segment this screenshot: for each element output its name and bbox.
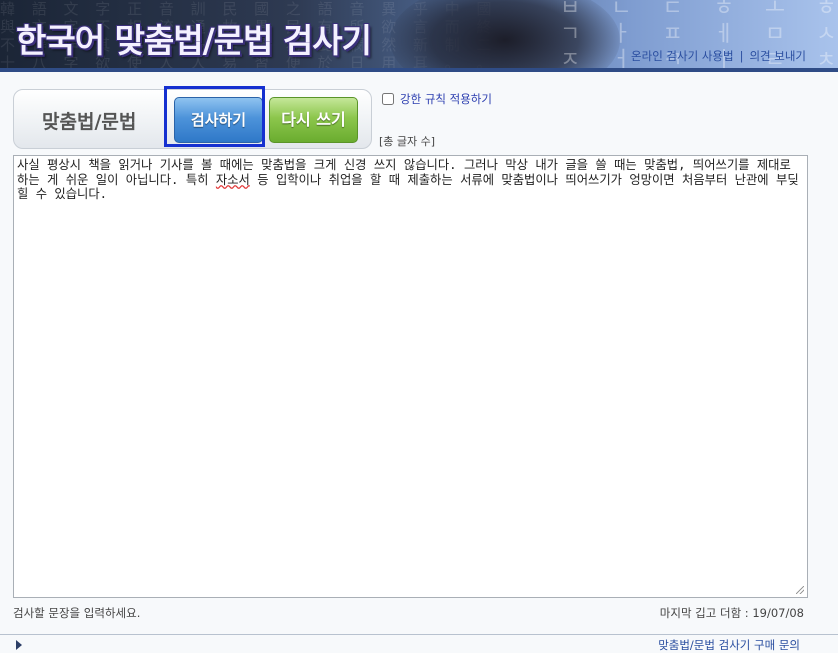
text-input-area[interactable]: 사실 평상시 책을 읽거나 기사를 볼 때에는 맞춤법을 크게 신경 쓰지 않습… [13,155,808,598]
strict-rules-checkbox[interactable] [382,93,394,105]
link-separator: | [739,49,744,63]
strict-rules-option[interactable]: 강한 규칙 적용하기 [382,91,492,107]
header-links: 온라인 검사기 사용법 | 의견 보내기 [631,48,806,64]
arrow-right-icon [16,640,22,650]
banner-divider [0,68,838,72]
header-banner: 韓 語 文 字 正 音 訓 民 國 之 語 音 異 乎 中 國 與 文 字 不 … [0,0,838,72]
purchase-inquiry-link[interactable]: 맞춤법/문법 검사기 구매 문의 [658,637,800,653]
resize-handle[interactable] [796,586,804,594]
usage-guide-link[interactable]: 온라인 검사기 사용법 [631,49,734,63]
char-count: [총 글자 수] [379,135,436,148]
check-button-focus-outline [164,86,265,147]
strict-rules-label: 강한 규칙 적용하기 [400,92,492,106]
footer-divider [0,634,838,635]
spelling-error-word[interactable]: 자소서 [216,173,250,187]
checker-label: 맞춤법/문법 [42,111,137,133]
input-hint: 검사할 문장을 입력하세요. [13,606,141,620]
last-update: 마지막 깁고 더함 : 19/07/08 [659,606,804,620]
send-feedback-link[interactable]: 의견 보내기 [749,49,806,63]
page-title: 한국어 맞춤법/문법 검사기 [16,21,372,60]
reset-button[interactable]: 다시 쓰기 [269,97,358,143]
